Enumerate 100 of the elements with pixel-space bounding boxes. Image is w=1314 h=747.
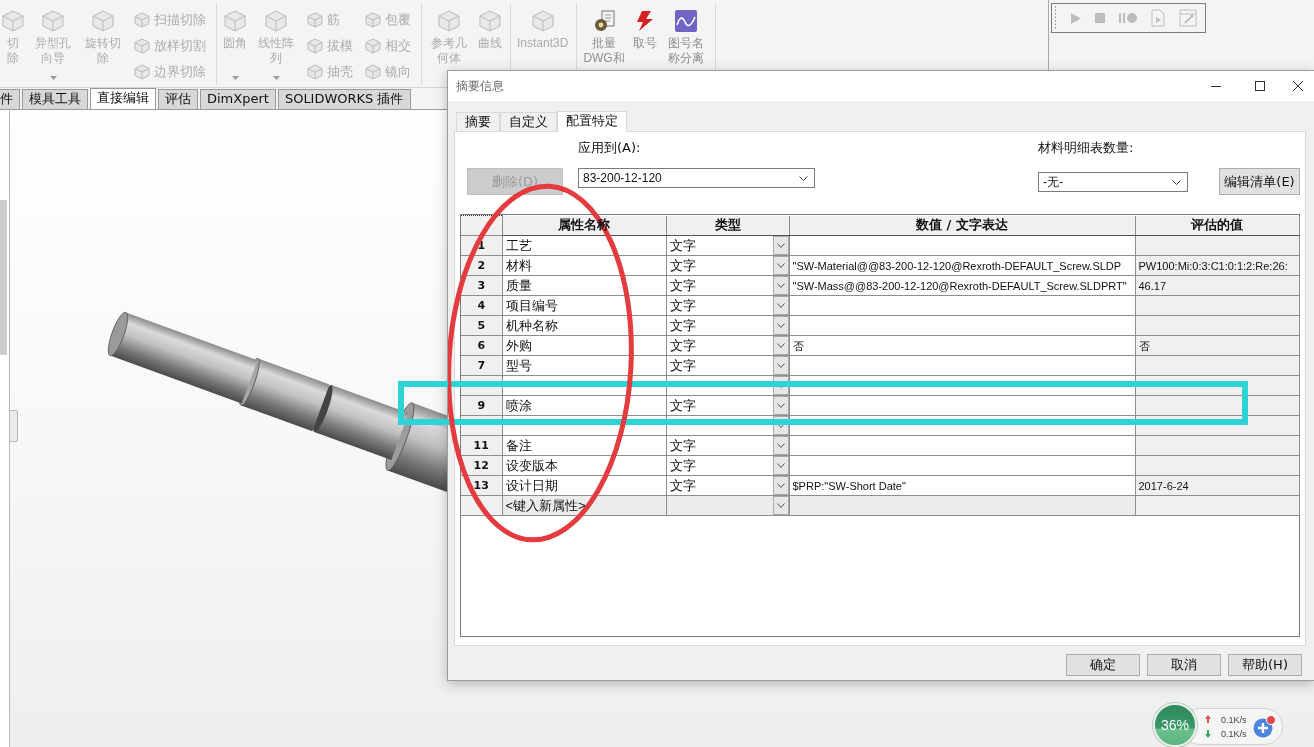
tab[interactable]: 模具工具 — [22, 89, 88, 109]
table-cell: 材料 — [502, 255, 666, 276]
dropdown-button[interactable] — [772, 236, 788, 255]
tab[interactable]: 摘要 — [456, 112, 500, 131]
gripper-icon[interactable] — [1054, 5, 1057, 31]
cube-icon — [365, 64, 381, 80]
table-cell: 喷涂 — [502, 395, 666, 416]
up-arrow-icon — [1205, 715, 1211, 723]
cube-icon — [307, 64, 323, 80]
gear-document-icon — [593, 10, 616, 32]
splitter-handle[interactable] — [10, 410, 18, 442]
cube-icon — [307, 38, 323, 54]
cube-icon — [531, 10, 554, 32]
play-icon[interactable] — [1071, 12, 1081, 24]
row-header: 6 — [461, 335, 502, 356]
chevron-down-icon — [776, 303, 785, 308]
chevron-down-icon — [776, 503, 785, 508]
table-cell: "SW-Material@@83-200-12-120@Rexroth-DEFAULT_Screw.SLDP — [789, 255, 1135, 276]
row-header: 4 — [461, 295, 502, 316]
chevron-down-icon — [776, 443, 785, 448]
table-cell: 否 — [789, 335, 1135, 356]
download-speed: 0.1K/s — [1221, 727, 1247, 741]
plus-icon[interactable] — [1252, 715, 1276, 738]
table-cell: 质量 — [502, 275, 666, 296]
cube-icon — [479, 10, 501, 32]
tab[interactable]: 自定义 — [500, 112, 557, 131]
row-header: 9 — [461, 395, 502, 416]
cell-text: 文字 — [669, 276, 696, 295]
cube-icon — [307, 12, 323, 28]
dropdown-button[interactable] — [772, 396, 788, 415]
table-cell: $PRP:"SW-Short Date" — [789, 475, 1135, 496]
cell-text: 文字 — [669, 396, 696, 415]
tab[interactable]: DimXpert — [200, 89, 276, 109]
dropdown-button[interactable] — [772, 476, 788, 495]
dialog-button[interactable]: 帮助(H) — [1228, 654, 1302, 676]
dropdown-button[interactable] — [772, 316, 788, 335]
dropdown-button[interactable] — [772, 436, 788, 455]
ribbon-button[interactable]: 批量 DWG和 — [581, 4, 627, 66]
dropdown-button[interactable] — [772, 356, 788, 375]
tab[interactable]: 件 — [0, 89, 20, 109]
cell-text: 文字 — [669, 436, 696, 455]
chevron-down-icon — [776, 423, 785, 428]
upload-speed: 0.1K/s — [1221, 713, 1247, 727]
tab[interactable]: 直接编辑 — [90, 88, 156, 109]
table-cell: 设计日期 — [502, 475, 666, 496]
pause-record-icon[interactable] — [1119, 13, 1137, 23]
dialog-button[interactable]: 取消 — [1147, 654, 1221, 676]
maximize-icon — [1255, 81, 1265, 91]
table-cell: 外购 — [502, 335, 666, 356]
chevron-down-icon — [799, 175, 808, 181]
dropdown-button[interactable] — [772, 256, 788, 275]
tab[interactable]: SOLIDWORKS 插件 — [277, 89, 411, 109]
scrollbar-thumb[interactable] — [0, 200, 7, 355]
wave-tile-icon — [674, 10, 697, 32]
chevron-down-icon — [776, 363, 785, 368]
chevron-down-icon — [1172, 179, 1181, 185]
cube-icon — [134, 38, 150, 54]
field-label: 应用到(A): — [578, 139, 642, 156]
ribbon-button[interactable]: 取号 — [630, 4, 659, 51]
cube-icon — [438, 10, 460, 32]
chevron-down-icon — [776, 403, 785, 408]
cube-icon — [92, 10, 114, 32]
cell-text: 文字 — [669, 236, 696, 255]
dropdown-button[interactable] — [772, 296, 788, 315]
chevron-down-icon — [776, 243, 785, 248]
cube-icon — [134, 12, 150, 28]
tab[interactable]: 评估 — [158, 89, 198, 109]
dropdown-field[interactable]: 83-200-12-120 — [578, 168, 815, 188]
cell-text: 文字 — [669, 336, 696, 355]
dropdown-button[interactable] — [772, 276, 788, 295]
chevron-down-icon — [776, 323, 785, 328]
down-arrow-icon — [1205, 730, 1211, 738]
edit-list-button[interactable]: 编辑清单(E) — [1219, 168, 1300, 195]
chevron-down-icon — [776, 463, 785, 468]
dropdown-button[interactable] — [772, 496, 788, 515]
window-title: 摘要信息 — [455, 77, 504, 95]
cell-text: 文字 — [669, 356, 696, 375]
cube-icon — [365, 12, 381, 28]
table-cell: 机种名称 — [502, 315, 666, 336]
dialog-button[interactable]: 确定 — [1066, 654, 1140, 676]
chevron-down-icon — [776, 343, 785, 348]
row-header: 11 — [461, 435, 502, 456]
table-cell: "SW-Mass@@83-200-12-120@Rexroth-DEFAULT_Screw.SLDPRT" — [789, 275, 1135, 296]
document-play-icon[interactable] — [1151, 9, 1165, 27]
table-cell: 项目编号 — [502, 295, 666, 316]
chevron-down-icon — [776, 263, 785, 268]
field-label: 材料明细表数量: — [1038, 139, 1135, 156]
tab[interactable]: 配置特定 — [557, 111, 627, 132]
ribbon-button[interactable]: 图号名称分离 — [662, 4, 709, 66]
table-cell: 型号 — [502, 355, 666, 376]
dropdown-button[interactable] — [772, 336, 788, 355]
dropdown-field[interactable]: -无- — [1038, 172, 1188, 192]
dropdown-button[interactable] — [772, 456, 788, 475]
table-cell: 备注 — [502, 435, 666, 456]
column-header: 类型 — [666, 215, 789, 236]
column-header: 数值 / 文字表达 — [789, 215, 1135, 236]
cell-text: 文字 — [669, 296, 696, 315]
document-edit-icon[interactable] — [1179, 9, 1197, 27]
cell-text: 文字 — [669, 476, 696, 495]
cube-icon — [224, 10, 246, 32]
